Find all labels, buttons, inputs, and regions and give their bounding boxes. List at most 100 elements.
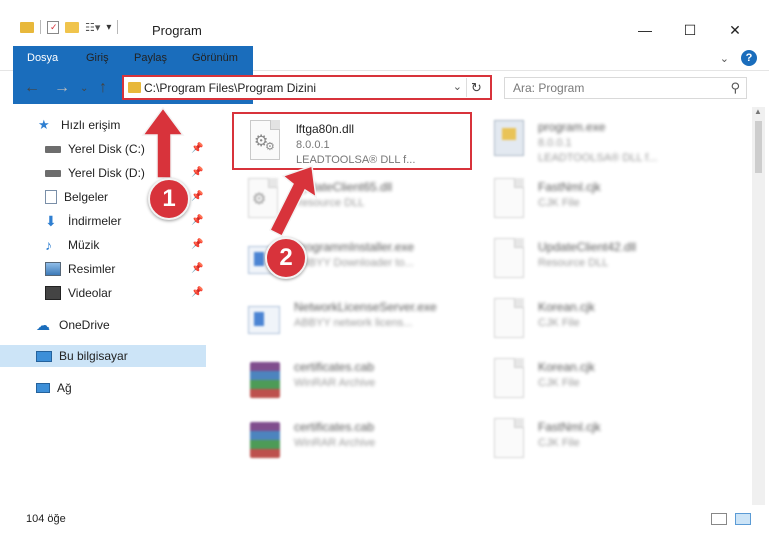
tab-share[interactable]: Paylaş (122, 46, 179, 71)
refresh-button[interactable]: ↻ (466, 78, 486, 97)
music-note-icon: ♪ (45, 237, 52, 253)
file-name: ProgrammInstaller.exe (294, 240, 415, 254)
file-item[interactable]: program.exe 8.0.0.1 LEADTOOLSA® DLL f... (476, 112, 716, 170)
file-type: CJK File (538, 317, 580, 329)
file-icon (490, 238, 526, 282)
file-name: UpdateClient65.dll (294, 180, 393, 194)
computer-icon (36, 350, 52, 362)
file-name: UpdateClient42.dll (538, 240, 637, 254)
file-item[interactable]: FastNml.cjk CJK File (476, 412, 716, 470)
pin-icon: 📌 (191, 263, 204, 274)
back-arrow-icon[interactable]: ← (24, 79, 40, 97)
sidebar-item-drive-c[interactable]: Yerel Disk (C:) 📌 (0, 138, 206, 160)
sidebar-item-label: OneDrive (59, 318, 110, 332)
navigation-pane: ★ Hızlı erişim Yerel Disk (C:) 📌 Yerel D… (0, 110, 210, 505)
minimize-button[interactable]: — (630, 18, 660, 42)
pictures-icon (45, 262, 61, 276)
vertical-scrollbar[interactable]: ▲ ▼ (752, 107, 765, 512)
file-name: FastNml.cjk (538, 180, 601, 194)
forward-arrow-icon[interactable]: → (54, 79, 70, 97)
properties-icon[interactable]: ✓ (47, 20, 59, 34)
file-description: LEADTOOLSA® DLL f... (538, 152, 658, 164)
file-type: WinRAR Archive (294, 377, 376, 389)
file-name: Korean.cjk (538, 360, 595, 374)
file-item[interactable]: Korean.cjk CJK File (476, 352, 716, 410)
tab-view[interactable]: Görünüm (180, 46, 250, 71)
address-bar[interactable]: C:\Program Files\Program Dizini ⌄ ↻ (122, 75, 492, 100)
sidebar-item-label: İndirmeler (68, 214, 122, 228)
pin-icon: 📌 (191, 143, 204, 154)
title-bar: ✓ ☷▾ ▾ Program — ☐ ✕ (0, 0, 769, 44)
chevron-down-icon[interactable]: ⌄ (453, 80, 462, 93)
window-title: Program (152, 23, 202, 38)
file-item[interactable]: certificates.cab WinRAR Archive (232, 352, 472, 410)
sidebar-item-onedrive[interactable]: ☁ OneDrive (0, 314, 206, 336)
file-icon (490, 178, 526, 222)
tab-home[interactable]: Giriş (74, 46, 121, 71)
file-item[interactable]: ⚙ UpdateClient65.dll Resource DLL (232, 172, 472, 230)
sidebar-item-label: Müzik (68, 238, 100, 252)
navigation-bar: ← → ⌄ ↑ C:\Program Files\Program Dizini … (0, 71, 769, 107)
file-item[interactable]: certificates.cab WinRAR Archive (232, 412, 472, 470)
file-type: CJK File (538, 377, 580, 389)
details-view-icon[interactable] (711, 513, 727, 525)
help-icon[interactable]: ? (741, 50, 757, 66)
file-name: FastNml.cjk (538, 420, 601, 434)
file-item-highlighted[interactable]: ⚙ ⚙ lftga80n.dll 8.0.0.1 LEADTOOLSA® DLL… (232, 112, 472, 170)
sidebar-item-network[interactable]: Ağ (0, 377, 206, 399)
file-name: NetworkLicenseServer.exe (294, 300, 437, 314)
tiles-view-icon[interactable] (735, 513, 751, 525)
network-icon (36, 383, 50, 393)
customize-toolbar-icon[interactable]: ☷▾ (85, 21, 100, 34)
file-list: ⚙ ⚙ lftga80n.dll 8.0.0.1 LEADTOOLSA® DLL… (218, 110, 748, 505)
file-type: ABBYY network licens... (294, 317, 413, 329)
toolbar-dropdown-icon[interactable]: ▾ (106, 22, 111, 33)
folder-icon (128, 82, 141, 93)
file-type: Resource DLL (538, 257, 609, 269)
file-item[interactable]: UpdateClient42.dll Resource DLL (476, 232, 716, 290)
folder-icon[interactable] (20, 21, 34, 33)
sidebar-item-label: Videolar (68, 286, 112, 300)
file-item[interactable]: Korean.cjk CJK File (476, 292, 716, 350)
address-path[interactable]: C:\Program Files\Program Dizini (144, 81, 316, 95)
file-item[interactable]: NetworkLicenseServer.exe ABBYY network l… (232, 292, 472, 350)
pin-icon: 📌 (191, 167, 204, 178)
sidebar-item-quick-access[interactable]: ★ Hızlı erişim (0, 114, 206, 136)
search-box[interactable]: Ara: Program ⚲ (504, 77, 747, 99)
exe-icon (490, 118, 526, 162)
file-type: CJK File (538, 197, 580, 209)
view-switcher (711, 513, 751, 525)
file-type: ABBYY Downloader to... (294, 257, 414, 269)
new-folder-icon[interactable] (65, 21, 79, 33)
search-icon[interactable]: ⚲ (730, 80, 740, 96)
file-icon (490, 418, 526, 462)
download-arrow-icon: ⬇ (45, 213, 57, 229)
file-item[interactable]: FastNml.cjk CJK File (476, 172, 716, 230)
recent-locations-icon[interactable]: ⌄ (80, 83, 88, 94)
file-name: certificates.cab (294, 360, 375, 374)
close-button[interactable]: ✕ (720, 18, 750, 42)
star-icon: ★ (38, 117, 50, 132)
maximize-button[interactable]: ☐ (675, 18, 705, 42)
sidebar-item-label: Resimler (68, 262, 116, 276)
dll-icon: ⚙ ⚙ (248, 120, 284, 164)
expand-ribbon-icon[interactable]: ⌄ (720, 52, 729, 65)
sidebar-item-this-pc[interactable]: Bu bilgisayar (0, 345, 206, 367)
scroll-up-icon[interactable]: ▲ (754, 107, 762, 116)
item-count: 104 öğe (26, 513, 66, 525)
sidebar-item-label: Hızlı erişim (61, 118, 121, 132)
sidebar-item-pictures[interactable]: Resimler 📌 (0, 258, 206, 280)
gear-icon: ⚙ (265, 141, 275, 153)
search-placeholder: Ara: Program (513, 81, 585, 95)
sidebar-item-label: Yerel Disk (D:) (68, 166, 145, 180)
scrollbar-thumb[interactable] (755, 121, 762, 173)
file-type: Resource DLL (294, 197, 365, 209)
up-arrow-icon[interactable]: ↑ (99, 79, 107, 97)
sidebar-item-label: Ağ (57, 381, 72, 395)
sidebar-item-videos[interactable]: Videolar 📌 (0, 282, 206, 304)
toolbar-separator (117, 20, 119, 34)
sidebar-item-music[interactable]: ♪ Müzik 📌 (0, 234, 206, 256)
sidebar-item-label: Yerel Disk (C:) (68, 142, 145, 156)
video-icon (45, 286, 61, 300)
ribbon-tabs: Dosya Giriş Paylaş Görünüm ⌄ ? (0, 44, 769, 104)
